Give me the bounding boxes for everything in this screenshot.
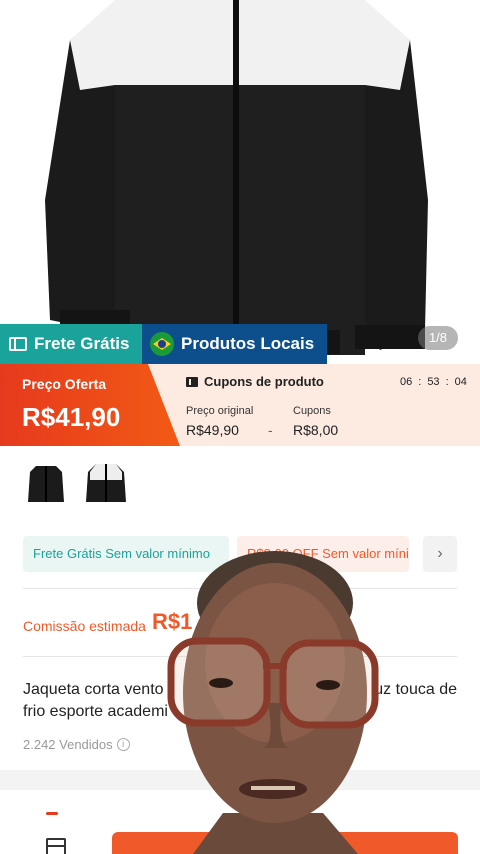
sold-count: 2.242 Vendidos i [23,737,130,752]
product-title-line1-left: Jaqueta corta vento [23,681,164,698]
free-shipping-label: Frete Grátis [34,334,130,353]
sold-count-text: 2.242 Vendidos [23,737,113,752]
local-products-label: Produtos Locais [181,334,315,353]
coupons-value: R$8,00 [293,422,339,438]
commission-label: Comissão estimada [23,618,146,634]
timer-hours: 06 [400,376,413,388]
presenter-webcam [167,551,379,854]
info-icon[interactable]: i [116,738,130,751]
coupons-label: Cupons [293,405,331,417]
coupon-icon [186,376,198,387]
promo-tags: Frete Grátis Produtos Locais [0,324,327,364]
image-counter: 1/8 [418,326,458,350]
accent-mark [46,812,58,815]
jacket-image [0,0,480,362]
product-image[interactable]: 1/8 [0,0,480,362]
product-title-line1-right: uz touca de [374,681,457,698]
variant-thumb-black[interactable] [22,458,70,506]
original-price: R$49,90 [186,422,239,438]
offer-price-block: Preço Oferta R$41,90 [0,364,180,446]
offer-price: R$41,90 [22,402,121,432]
free-shipping-tag: Frete Grátis [0,324,142,364]
brazil-flag-icon [150,332,174,356]
original-price-label: Preço original [186,405,254,417]
timer-sep: : [445,376,449,388]
price-section: Preço Oferta R$41,90 Cupons de produto 0… [0,364,480,446]
chevron-right-icon[interactable]: › [423,536,457,572]
coupons-title: Cupons de produto [204,374,324,389]
timer-sep: : [418,376,422,388]
minus-sign: - [268,422,273,438]
timer-minutes: 53 [427,376,440,388]
timer-seconds: 04 [454,376,467,388]
countdown-timer: 06 : 53 : 04 [400,376,467,388]
coupons-header: Cupons de produto [186,374,324,389]
ticket-icon [9,337,27,351]
store-icon[interactable] [46,838,66,854]
offer-label: Preço Oferta [22,376,107,392]
local-products-tag: Produtos Locais [142,324,327,364]
variant-thumb-black-white[interactable] [82,458,130,506]
